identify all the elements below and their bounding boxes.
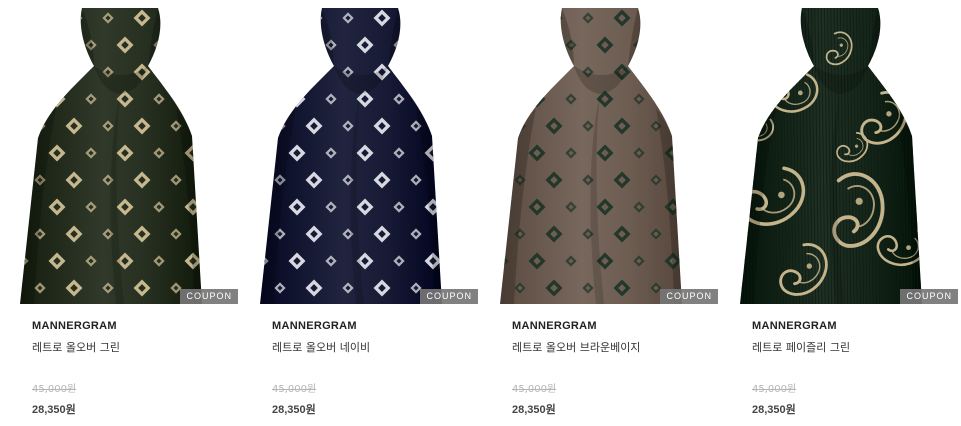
- original-price: 45,000원: [752, 384, 797, 395]
- product-card[interactable]: COUPON MANNERGRAM 레트로 올오버 네이비 45,000원 28…: [256, 8, 478, 423]
- sale-price: 28,350원: [32, 404, 76, 416]
- tie-illustration: [20, 8, 202, 304]
- tie-illustration: [740, 8, 922, 304]
- original-price: 45,000원: [32, 384, 77, 395]
- product-image[interactable]: COUPON: [16, 8, 238, 304]
- sale-price: 28,350원: [272, 404, 316, 416]
- coupon-badge: COUPON: [180, 289, 238, 304]
- coupon-badge: COUPON: [420, 289, 478, 304]
- original-price: 45,000원: [512, 384, 557, 395]
- sale-price: 28,350원: [512, 404, 556, 416]
- product-name[interactable]: 레트로 올오버 네이비: [272, 339, 370, 355]
- product-name[interactable]: 레트로 올오버 브라운베이지: [512, 339, 640, 355]
- product-brand[interactable]: MANNERGRAM: [272, 320, 357, 332]
- coupon-badge: COUPON: [660, 289, 718, 304]
- sale-price: 28,350원: [752, 404, 796, 416]
- product-card[interactable]: COUPON MANNERGRAM 레트로 올오버 브라운베이지 45,000원…: [496, 8, 718, 423]
- product-grid: COUPON MANNERGRAM 레트로 올오버 그린 45,000원 28,…: [0, 0, 961, 426]
- product-image[interactable]: COUPON: [736, 8, 958, 304]
- product-image[interactable]: COUPON: [496, 8, 718, 304]
- tie-illustration: [500, 8, 682, 304]
- original-price: 45,000원: [272, 384, 317, 395]
- product-card[interactable]: COUPON MANNERGRAM 레트로 페이즐리 그린 45,000원 28…: [736, 8, 958, 423]
- product-card[interactable]: COUPON MANNERGRAM 레트로 올오버 그린 45,000원 28,…: [16, 8, 238, 423]
- product-image[interactable]: COUPON: [256, 8, 478, 304]
- product-brand[interactable]: MANNERGRAM: [32, 320, 117, 332]
- product-name[interactable]: 레트로 페이즐리 그린: [752, 339, 850, 355]
- tie-illustration: [260, 8, 442, 304]
- coupon-badge: COUPON: [900, 289, 958, 304]
- product-brand[interactable]: MANNERGRAM: [752, 320, 837, 332]
- product-brand[interactable]: MANNERGRAM: [512, 320, 597, 332]
- product-name[interactable]: 레트로 올오버 그린: [32, 339, 120, 355]
